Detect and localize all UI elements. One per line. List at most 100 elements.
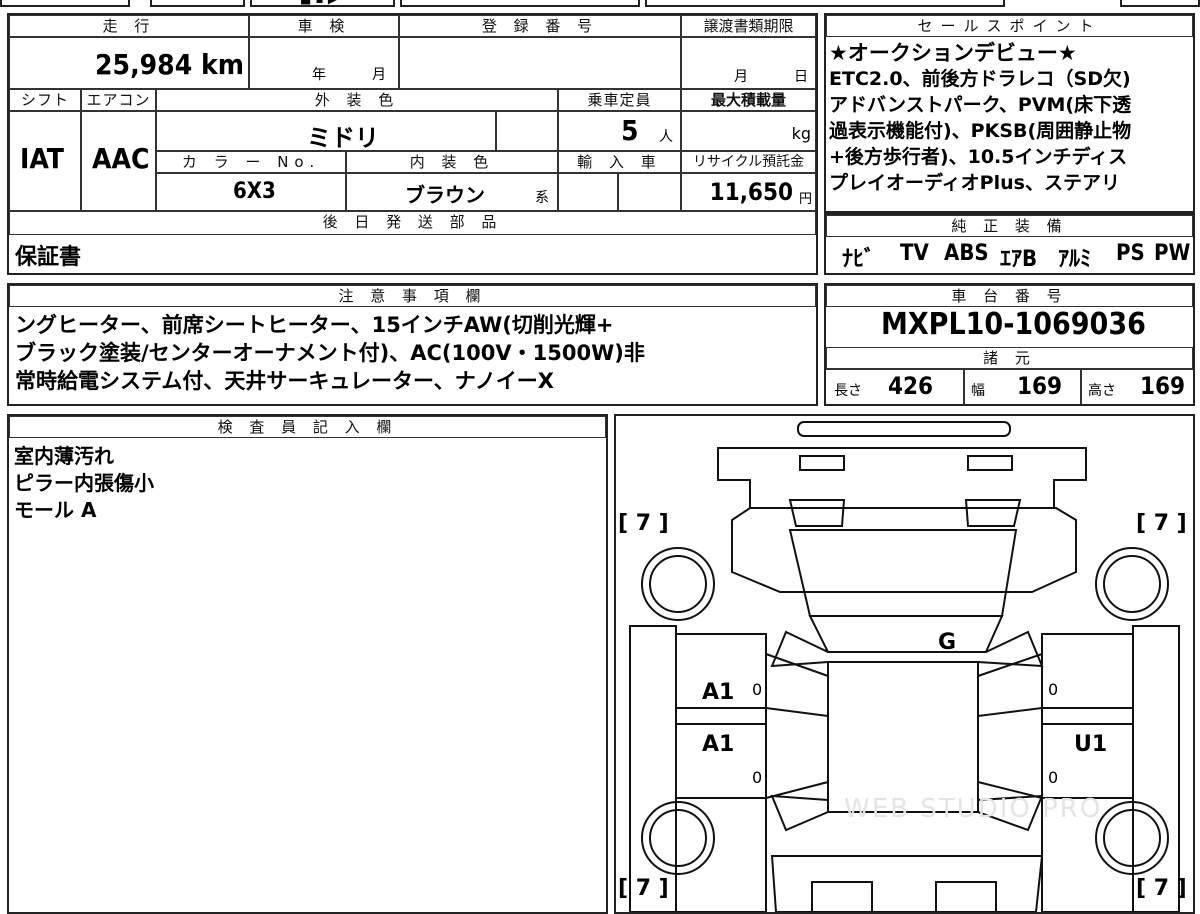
shift-cell: IAT: [9, 111, 81, 211]
car-outline-svg: [629, 421, 1180, 912]
watermark: WEB STUDIO PRO: [844, 794, 1103, 824]
notes-line: ングヒーター、前席シートヒーター、15インチAW(切削光輝+: [15, 313, 614, 337]
left-rear-door-mark: A1: [702, 732, 735, 757]
mileage-header: 走 行: [9, 15, 249, 37]
capacity-value: 5: [621, 114, 639, 147]
tread-depth-rear-left: [ 7 ]: [618, 876, 669, 901]
recycle-fee-header: リサイクル預託金: [681, 151, 816, 173]
car-damage-diagram: [ 7 ] [ 7 ] [ 7 ] [ 7 ] G A1 A1 U1 0 0 0…: [614, 414, 1195, 914]
roof-damage-mark: G: [938, 630, 957, 655]
spec-width-label: 幅: [971, 383, 985, 399]
spec-width-value: 169: [1017, 372, 1063, 400]
zero-mark-left-rear: 0: [752, 768, 763, 787]
left-front-door-mark: A1: [702, 680, 735, 705]
notes-header: 注 意 事 項 欄: [9, 285, 816, 307]
shift-value: IAT: [20, 142, 64, 175]
sales-points-box: セールスポイント ★オークションデビュー★ ETC2.0、前後方ドラレコ（SD欠…: [824, 13, 1195, 213]
import-cell-right: [618, 173, 681, 211]
sales-points-header: セールスポイント: [826, 15, 1193, 37]
inspection-month-label: 月: [372, 67, 386, 83]
max-load-header: 最大積載量: [681, 89, 816, 111]
spec-height-label: 高さ: [1088, 383, 1116, 399]
capacity-cell: 5 人: [558, 111, 681, 151]
mileage-cell: 25,984 km: [9, 37, 249, 89]
equipment-ps: PS: [1116, 241, 1145, 266]
equipment-header: 純 正 装 備: [826, 215, 1193, 237]
equipment-abs: ABS: [944, 241, 989, 266]
recycle-fee-cell: 11,650 円: [681, 173, 816, 211]
inspection-year-label: 年: [312, 67, 326, 83]
import-header: 輸 入 車: [558, 151, 681, 173]
spec-length-label: 長さ: [834, 383, 862, 399]
equipment-box: 純 正 装 備 ﾅﾋﾞ TV ABS ｴｱB ｱﾙﾐ PS PW: [824, 213, 1195, 275]
recycle-fee-value: 11,650: [709, 178, 793, 206]
interior-color-value: ブラウン: [405, 183, 485, 207]
transfer-deadline-header: 譲渡書類期限: [681, 15, 816, 37]
chassis-number: MXPL10-1069036: [881, 307, 1146, 342]
top-cutoff-strip: ■ ▪ ▶: [0, 0, 1200, 8]
zero-mark-right-rear: 0: [1048, 768, 1059, 787]
exterior-color-cell: ミドリ: [156, 111, 496, 152]
inspector-line: ピラー内張傷小: [14, 471, 154, 495]
vehicle-info-grid: 走 行 車 検 登 録 番 号 譲渡書類期限 25,984 km 年 月 月 日…: [7, 13, 818, 275]
equipment-pw: PW: [1154, 241, 1191, 266]
sales-point-line: 過表示機能付)、PKSB(周囲静止物: [829, 120, 1132, 142]
color-no-cell: 6X3: [156, 173, 346, 211]
recycle-fee-unit: 円: [798, 192, 812, 207]
right-rear-door-mark: U1: [1074, 732, 1108, 757]
sales-point-line: プレイオーディオPlus、ステアリ: [829, 172, 1120, 194]
import-cell-left: [558, 173, 618, 211]
chassis-specs-box: 車 台 番 号 MXPL10-1069036 諸 元 長さ 426 幅 169 …: [824, 283, 1195, 406]
later-parts-header: 後 日 発 送 部 品: [9, 211, 816, 235]
tread-depth-rear-right: [ 7 ]: [1136, 876, 1187, 901]
equipment-alloy: ｱﾙﾐ: [1058, 247, 1092, 272]
capacity-header: 乗車定員: [558, 89, 681, 111]
color-no-value: 6X3: [233, 179, 276, 204]
spec-width-cell: 幅 169: [964, 369, 1081, 404]
equipment-tv: TV: [900, 241, 929, 266]
inspector-header: 検 査 員 記 入 欄: [9, 416, 606, 438]
aircon-value: AAC: [92, 142, 150, 175]
exterior-color-value: ミドリ: [307, 124, 379, 152]
tread-depth-front-right: [ 7 ]: [1136, 511, 1187, 536]
top-fragment-text: ■ ▪ ▶: [300, 0, 337, 6]
transfer-month-label: 月: [734, 69, 748, 85]
spec-length-value: 426: [888, 372, 934, 400]
notes-line: 常時給電システム付、天井サーキュレーター、ナノイーX: [15, 369, 554, 393]
transfer-day-label: 日: [794, 69, 808, 85]
shift-header: シフト: [9, 89, 81, 111]
equipment-airbag: ｴｱB: [1000, 247, 1038, 272]
sales-point-line: アドバンストパーク、PVM(床下透: [829, 94, 1132, 116]
inspector-line: 室内薄汚れ: [14, 444, 114, 468]
inspection-header: 車 検: [249, 15, 399, 37]
notes-line: ブラック塗装/センターオーナメント付)、AC(100V・1500W)非: [15, 341, 645, 365]
later-parts-cell: 保証書: [9, 235, 816, 273]
registration-cell: [399, 37, 681, 89]
inspector-line: モール A: [14, 498, 97, 522]
max-load-cell: kg: [681, 111, 816, 151]
aircon-header: エアコン: [81, 89, 156, 111]
inspector-box: 検 査 員 記 入 欄 室内薄汚れ ピラー内張傷小 モール A: [7, 414, 608, 914]
color-no-header: カ ラ ー No.: [156, 151, 346, 173]
spec-length-cell: 長さ 426: [826, 369, 964, 404]
inspection-cell: 年 月: [249, 37, 399, 89]
sales-point-line: +後方歩行者)、10.5インチディス: [829, 146, 1128, 168]
exterior-color-header: 外 装 色: [156, 89, 558, 111]
transfer-deadline-cell: 月 日: [681, 37, 816, 89]
zero-mark-left-front: 0: [752, 680, 763, 699]
equipment-nav: ﾅﾋﾞ: [842, 247, 876, 272]
interior-color-header: 内 装 色: [346, 151, 558, 173]
spec-height-value: 169: [1140, 372, 1186, 400]
registration-header: 登 録 番 号: [399, 15, 681, 37]
later-parts-value: 保証書: [15, 245, 82, 270]
aircon-cell: AAC: [81, 111, 156, 211]
sales-point-line: ETC2.0、前後方ドラレコ（SD欠): [829, 68, 1131, 90]
spec-height-cell: 高さ 169: [1081, 369, 1193, 404]
specs-header: 諸 元: [826, 347, 1193, 369]
sales-point-line: ★オークションデビュー★: [829, 41, 1077, 65]
capacity-unit: 人: [659, 129, 673, 145]
exterior-color-extra-cell: [496, 111, 558, 151]
mileage-value: 25,984 km: [95, 48, 244, 81]
notes-box: 注 意 事 項 欄 ングヒーター、前席シートヒーター、15インチAW(切削光輝+…: [7, 283, 818, 406]
interior-color-cell: ブラウン 系: [346, 173, 558, 211]
